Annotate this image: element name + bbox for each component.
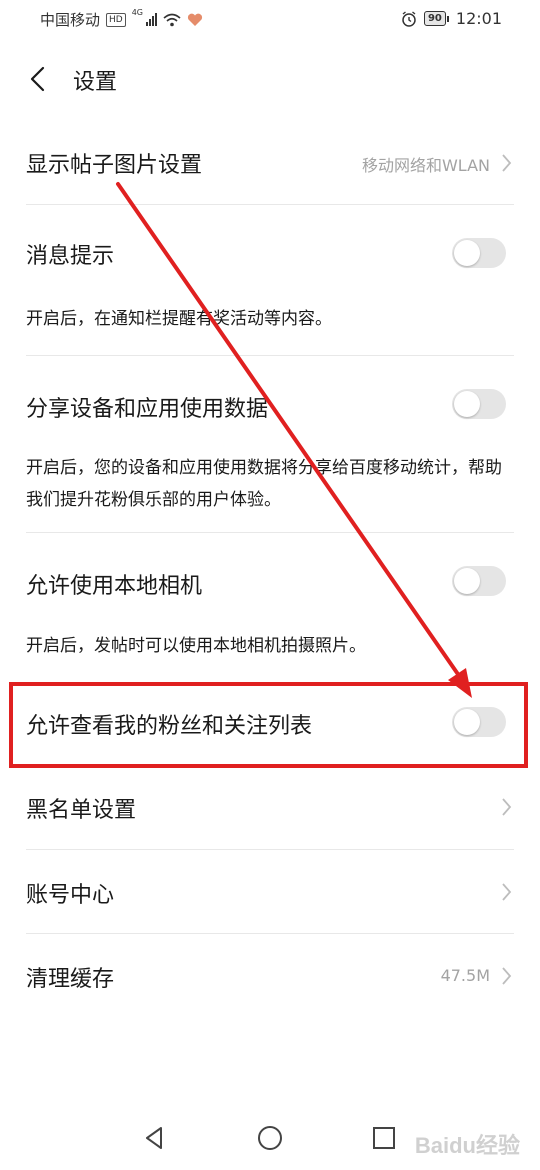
blacklist-row[interactable]: 黑名单设置 (0, 766, 540, 848)
nav-home-icon[interactable] (254, 1122, 286, 1154)
chevron-right-icon (502, 967, 512, 985)
notification-row: 消息提示 开启后，在通知栏提醒有奖活动等内容。 (0, 205, 540, 355)
signal-icon (146, 13, 158, 26)
image-setting-row[interactable]: 显示帖子图片设置 移动网络和WLAN (0, 130, 540, 204)
local-camera-label: 允许使用本地相机 (26, 574, 203, 599)
app-header: 设置 (0, 54, 540, 104)
share-data-toggle[interactable] (452, 389, 506, 419)
cache-label: 清理缓存 (26, 967, 115, 992)
notification-desc: 开启后，在通知栏提醒有奖活动等内容。 (26, 309, 332, 329)
nav-back-icon[interactable] (139, 1122, 171, 1154)
clock: 12:01 (455, 9, 502, 28)
local-camera-row: 允许使用本地相机 开启后，发帖时可以使用本地相机拍摄照片。 (0, 533, 540, 673)
local-camera-toggle[interactable] (452, 566, 506, 596)
status-left: 中国移动 HD 4G (40, 8, 203, 30)
fans-list-row: 允许查看我的粉丝和关注列表 (0, 684, 540, 766)
local-camera-desc: 开启后，发帖时可以使用本地相机拍摄照片。 (26, 636, 366, 656)
battery-indicator: 90 (423, 11, 449, 26)
cache-row[interactable]: 清理缓存 47.5M (0, 934, 540, 1016)
cache-size: 47.5M (440, 966, 490, 985)
fans-list-toggle[interactable] (452, 707, 506, 737)
nav-recents-icon[interactable] (368, 1122, 400, 1154)
battery-level: 90 (423, 11, 446, 26)
share-data-desc: 开启后，您的设备和应用使用数据将分享给百度移动统计，帮助我们提升花粉俱乐部的用户… (26, 458, 502, 510)
share-data-label: 分享设备和应用使用数据 (26, 397, 269, 422)
account-label: 账号中心 (26, 883, 115, 908)
heart-icon (187, 13, 203, 26)
notification-label: 消息提示 (26, 244, 115, 269)
hd-badge: HD (106, 12, 126, 27)
account-row[interactable]: 账号中心 (0, 850, 540, 932)
alarm-icon (402, 10, 416, 27)
carrier-label: 中国移动 (40, 11, 101, 29)
wifi-icon (163, 13, 181, 26)
image-setting-value: 移动网络和WLAN (361, 156, 490, 175)
network-type: 4G (131, 8, 144, 17)
watermark: Baidu经验 (414, 1133, 520, 1158)
share-data-row: 分享设备和应用使用数据 开启后，您的设备和应用使用数据将分享给百度移动统计，帮助… (0, 356, 540, 532)
status-bar: 中国移动 HD 4G 90 12:01 (0, 0, 540, 38)
image-setting-label: 显示帖子图片设置 (26, 153, 203, 178)
notification-toggle[interactable] (452, 238, 506, 268)
status-right: 90 12:01 (401, 9, 502, 28)
chevron-right-icon (502, 883, 512, 901)
chevron-right-icon (502, 154, 512, 172)
fans-list-label: 允许查看我的粉丝和关注列表 (26, 714, 313, 739)
blacklist-label: 黑名单设置 (26, 798, 137, 823)
back-arrow-icon[interactable] (24, 64, 54, 94)
chevron-right-icon (502, 798, 512, 816)
page-title: 设置 (73, 70, 118, 95)
